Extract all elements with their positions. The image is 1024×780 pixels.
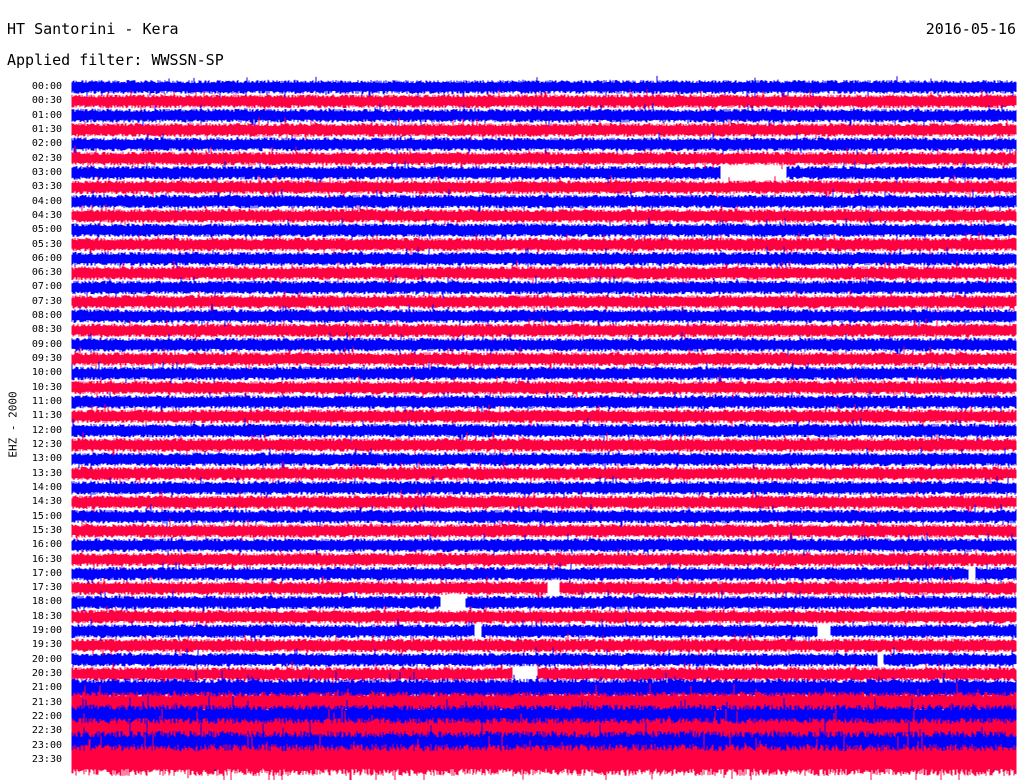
helicorder-plot bbox=[71, 75, 1017, 780]
trace-1000 bbox=[71, 361, 1017, 385]
trace-0100 bbox=[71, 103, 1017, 129]
trace-0130 bbox=[71, 117, 1017, 142]
